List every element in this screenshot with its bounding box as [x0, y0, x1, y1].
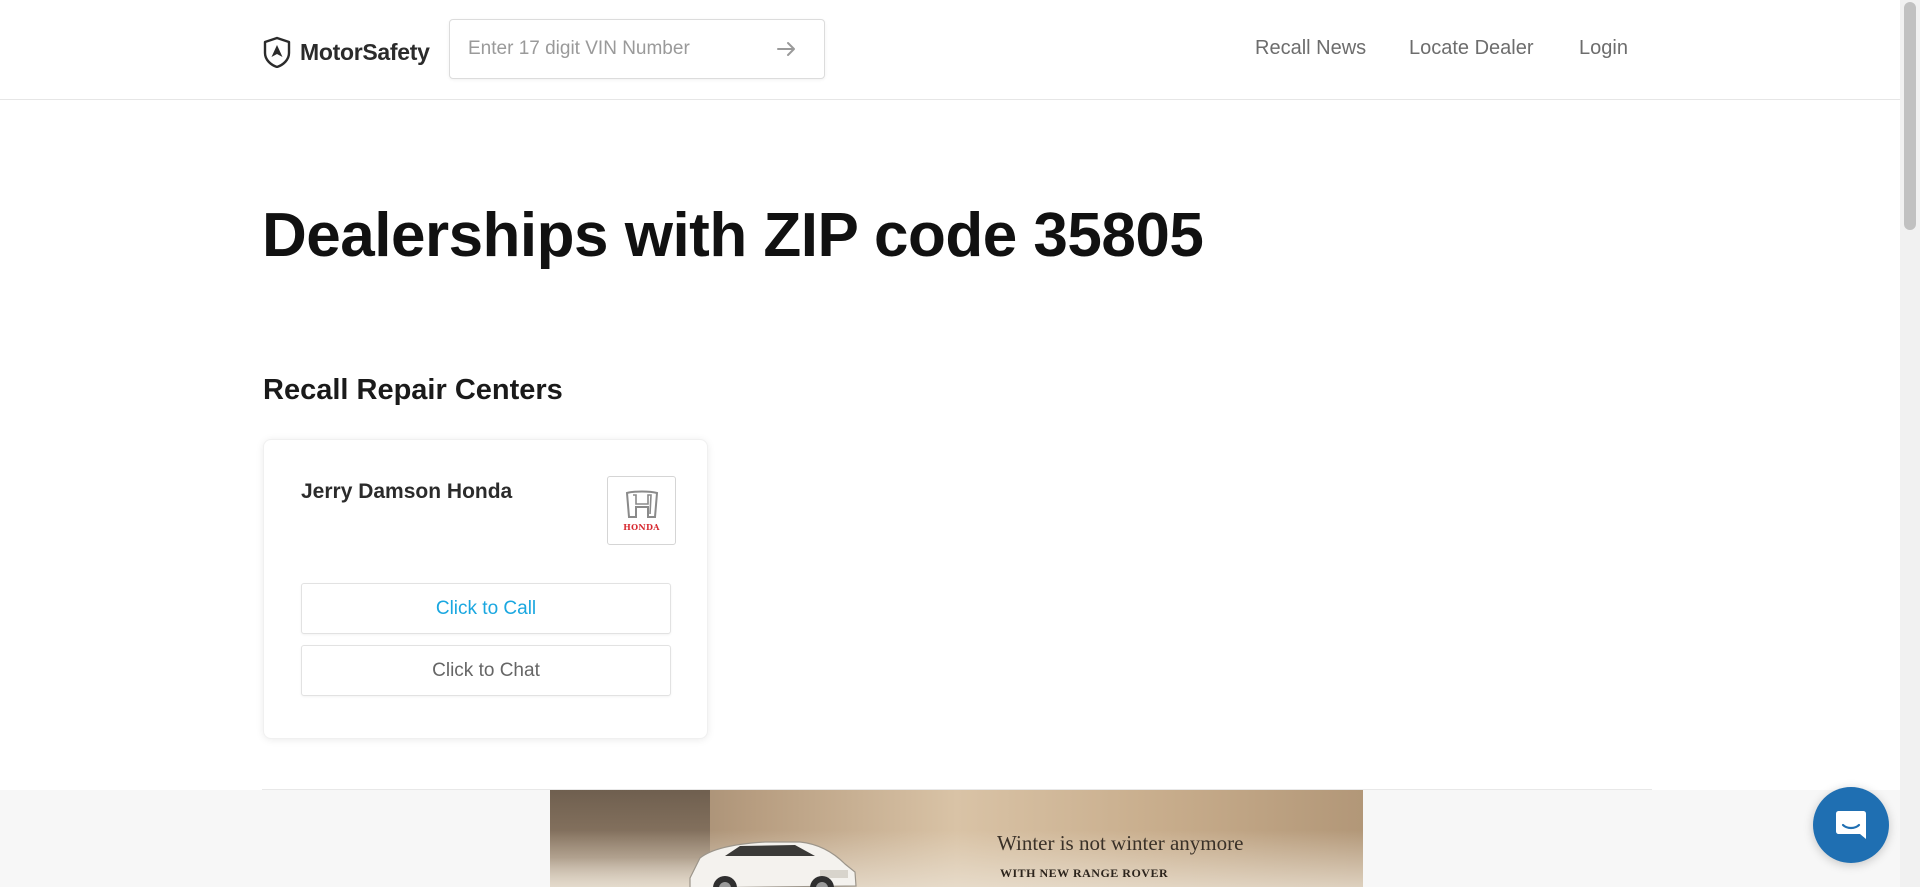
chat-bubble-icon — [1836, 811, 1866, 839]
ad-headline: Winter is not winter anymore — [997, 831, 1244, 855]
honda-h-icon — [625, 490, 658, 518]
page-scrollbar[interactable] — [1900, 0, 1920, 887]
site-header: MotorSafety Recall News Locate Dealer Lo… — [0, 0, 1900, 100]
vin-input[interactable] — [468, 20, 768, 78]
honda-logo: HONDA — [607, 476, 676, 545]
click-to-chat-button[interactable]: Click to Chat — [301, 645, 671, 696]
page-title: Dealerships with ZIP code 35805 — [262, 201, 1204, 270]
car-image — [689, 841, 857, 887]
brand-name: MotorSafety — [300, 38, 430, 65]
dealer-card: Jerry Damson Honda HONDA Click to Call C… — [263, 439, 708, 739]
nav-recall-news[interactable]: Recall News — [1255, 37, 1366, 60]
click-to-call-button[interactable]: Click to Call — [301, 583, 671, 634]
shield-navigation-icon — [263, 36, 291, 68]
scrollbar-thumb[interactable] — [1904, 2, 1916, 230]
chat-launcher-button[interactable] — [1813, 787, 1889, 863]
dealer-name: Jerry Damson Honda — [301, 480, 513, 503]
nav-login[interactable]: Login — [1579, 37, 1628, 60]
section-title: Recall Repair Centers — [263, 374, 563, 406]
vin-search-box — [449, 19, 825, 79]
arrow-right-icon[interactable] — [774, 36, 800, 62]
ad-subline: WITH NEW RANGE ROVER — [1000, 866, 1169, 880]
site-logo[interactable]: MotorSafety — [262, 36, 430, 68]
honda-logo-text: HONDA — [623, 521, 660, 532]
ad-banner[interactable]: Winter is not winter anymore WITH NEW RA… — [550, 790, 1363, 887]
nav-locate-dealer[interactable]: Locate Dealer — [1409, 37, 1534, 60]
